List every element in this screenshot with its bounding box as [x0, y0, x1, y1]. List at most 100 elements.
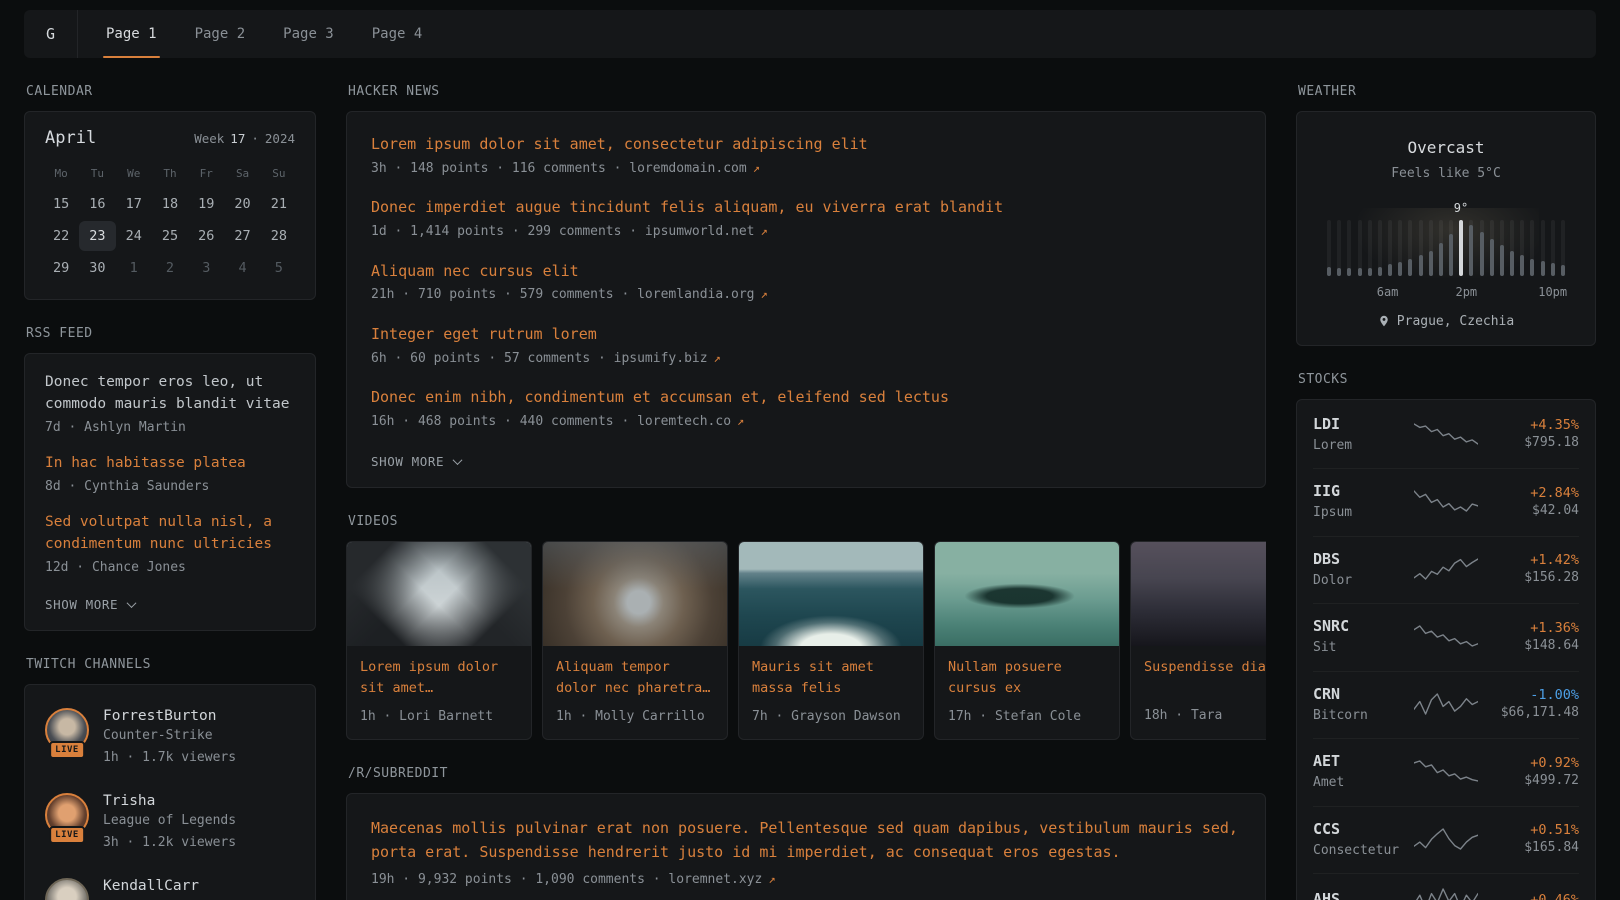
calendar-week-info: Week 17 · 2024: [194, 131, 295, 146]
video-info: Suspendisse diam 18h · Tara: [1131, 646, 1266, 739]
hn-item-link[interactable]: Donec enim nibh, condimentum et accumsan…: [371, 387, 1241, 409]
stock-sparkline: [1414, 759, 1478, 785]
video-thumbnail[interactable]: [347, 542, 531, 646]
twitch-channel[interactable]: KendallCarr: [45, 865, 295, 900]
hn-item-link[interactable]: Integer eget rutrum lorem: [371, 324, 1241, 346]
rss-item-title[interactable]: Sed volutpat nulla nisl, a condimentum n…: [45, 512, 295, 556]
rss-item[interactable]: Sed volutpat nulla nisl, a condimentum n…: [45, 512, 295, 577]
reddit-post-title[interactable]: Maecenas mollis pulvinar erat non posuer…: [371, 816, 1241, 864]
calendar-day: 26: [188, 221, 224, 251]
hn-item: Donec imperdiet augue tincidunt felis al…: [371, 197, 1241, 241]
tab-page-2[interactable]: Page 2: [195, 10, 246, 58]
stock-id: AET Amet: [1313, 752, 1402, 793]
stock-row[interactable]: SNRC Sit +1.36% $148.64: [1313, 603, 1579, 671]
rss-item-title[interactable]: In hac habitasse platea: [45, 453, 295, 475]
stock-price: $499.72: [1490, 771, 1579, 791]
hn-item-meta-text: 21h · 710 points · 579 comments · loreml…: [371, 287, 755, 302]
calendar-day: 19: [188, 189, 224, 219]
stock-symbol[interactable]: CCS: [1313, 820, 1402, 838]
stock-name: Sit: [1313, 638, 1402, 658]
rss-section-title: RSS FEED: [26, 326, 316, 341]
stock-symbol[interactable]: IIG: [1313, 482, 1402, 500]
stock-row[interactable]: LDI Lorem +4.35% $795.18: [1313, 402, 1579, 469]
hn-item-meta: 6h · 60 points · 57 comments · ipsumify.…: [371, 349, 1241, 369]
channel-name[interactable]: KendallCarr: [103, 878, 199, 894]
stock-values: +0.46%: [1490, 892, 1579, 900]
stock-row[interactable]: AHS +0.46%: [1313, 873, 1579, 900]
stock-symbol[interactable]: AHS: [1313, 890, 1402, 900]
hn-item-link[interactable]: Lorem ipsum dolor sit amet, consectetur …: [371, 134, 1241, 156]
video-thumbnail[interactable]: [935, 542, 1119, 646]
calendar-day: 24: [116, 221, 152, 251]
stock-values: +2.84% $42.04: [1490, 485, 1579, 521]
external-link-icon[interactable]: ↗: [761, 287, 768, 301]
external-link-icon[interactable]: ↗: [761, 224, 768, 238]
hackernews-widget: Lorem ipsum dolor sit amet, consectetur …: [346, 111, 1266, 488]
video-card[interactable]: Nullam posuere cursus ex 17h · Stefan Co…: [934, 541, 1120, 740]
hn-item-link[interactable]: Donec imperdiet augue tincidunt felis al…: [371, 197, 1241, 219]
stock-symbol[interactable]: DBS: [1313, 550, 1402, 568]
top-navigation-bar: G Page 1 Page 2 Page 3 Page 4: [24, 10, 1596, 58]
rss-item[interactable]: Donec tempor eros leo, ut commodo mauris…: [45, 372, 295, 437]
stock-name: Lorem: [1313, 436, 1402, 456]
video-card[interactable]: Mauris sit amet massa felis 7h · Grayson…: [738, 541, 924, 740]
external-link-icon[interactable]: ↗: [768, 872, 775, 886]
channel-name[interactable]: Trisha: [103, 793, 236, 809]
calendar-month: April: [45, 128, 96, 148]
calendar-day: 28: [261, 221, 297, 251]
hn-show-more-button[interactable]: SHOW MORE: [371, 450, 461, 475]
stock-row[interactable]: IIG Ipsum +2.84% $42.04: [1313, 468, 1579, 536]
channel-meta: 1h · 1.7k viewers: [103, 748, 236, 768]
stock-values: +0.92% $499.72: [1490, 755, 1579, 791]
hn-item-link[interactable]: Aliquam nec cursus elit: [371, 261, 1241, 283]
tab-page-3[interactable]: Page 3: [283, 10, 334, 58]
rss-item-title[interactable]: Donec tempor eros leo, ut commodo mauris…: [45, 372, 295, 416]
video-thumbnail[interactable]: [739, 542, 923, 646]
video-card[interactable]: Lorem ipsum dolor sit amet consectetu… 1…: [346, 541, 532, 740]
twitch-channel[interactable]: LIVE Trisha League of Legends 3h · 1.2k …: [45, 780, 295, 865]
external-link-icon[interactable]: ↗: [753, 161, 760, 175]
stock-price: $795.18: [1490, 433, 1579, 453]
stock-id: CRN Bitcorn: [1313, 685, 1402, 726]
video-thumbnail[interactable]: [543, 542, 727, 646]
external-link-icon[interactable]: ↗: [714, 351, 721, 365]
weather-condition: Overcast: [1319, 138, 1573, 157]
weekday-label: Tu: [79, 160, 115, 187]
video-title[interactable]: Lorem ipsum dolor sit amet consectetu…: [360, 657, 518, 698]
stock-symbol[interactable]: LDI: [1313, 415, 1402, 433]
stock-symbol[interactable]: AET: [1313, 752, 1402, 770]
stock-symbol[interactable]: SNRC: [1313, 617, 1402, 635]
stock-row[interactable]: CRN Bitcorn -1.00% $66,171.48: [1313, 671, 1579, 739]
channel-name[interactable]: ForrestBurton: [103, 708, 236, 724]
tab-page-1[interactable]: Page 1: [106, 10, 157, 58]
stocks-section: STOCKS LDI Lorem +4.35% $795.18 IIG: [1296, 372, 1596, 900]
stock-sparkline: [1414, 624, 1478, 650]
stock-row[interactable]: AET Amet +0.92% $499.72: [1313, 738, 1579, 806]
tab-page-4[interactable]: Page 4: [372, 10, 423, 58]
stock-symbol[interactable]: CRN: [1313, 685, 1402, 703]
weather-peak-temp: 9°: [1454, 201, 1468, 215]
left-column: CALENDAR April Week 17 · 2024 Mo Tu We T…: [24, 84, 316, 900]
rss-show-more-button[interactable]: SHOW MORE: [45, 593, 135, 618]
calendar-separator: ·: [251, 131, 259, 146]
video-card[interactable]: Suspendisse diam 18h · Tara: [1130, 541, 1266, 740]
video-thumbnail[interactable]: [1131, 542, 1266, 646]
calendar-week-number: 17: [230, 131, 245, 146]
video-title[interactable]: Suspendisse diam: [1144, 657, 1266, 697]
live-badge: LIVE: [49, 826, 85, 844]
twitch-section: TWITCH CHANNELS LIVE ForrestBurton Count…: [24, 657, 316, 900]
video-title[interactable]: Nullam posuere cursus ex: [948, 657, 1106, 698]
stock-row[interactable]: CCS Consectetur +0.51% $165.84: [1313, 806, 1579, 874]
video-title[interactable]: Aliquam tempor dolor nec pharetra…: [556, 657, 714, 698]
video-title[interactable]: Mauris sit amet massa felis: [752, 657, 910, 698]
rss-item[interactable]: In hac habitasse platea 8d · Cynthia Sau…: [45, 453, 295, 496]
video-card[interactable]: Aliquam tempor dolor nec pharetra… 1h · …: [542, 541, 728, 740]
channel-info: KendallCarr: [103, 878, 199, 894]
videos-section: VIDEOS Lorem ipsum dolor sit amet consec…: [346, 514, 1266, 740]
external-link-icon[interactable]: ↗: [737, 414, 744, 428]
calendar-day: 17: [116, 189, 152, 219]
twitch-channel[interactable]: LIVE ForrestBurton Counter-Strike 1h · 1…: [45, 695, 295, 780]
app-logo[interactable]: G: [24, 10, 78, 58]
channel-meta: 3h · 1.2k viewers: [103, 833, 236, 853]
stock-row[interactable]: DBS Dolor +1.42% $156.28: [1313, 536, 1579, 604]
